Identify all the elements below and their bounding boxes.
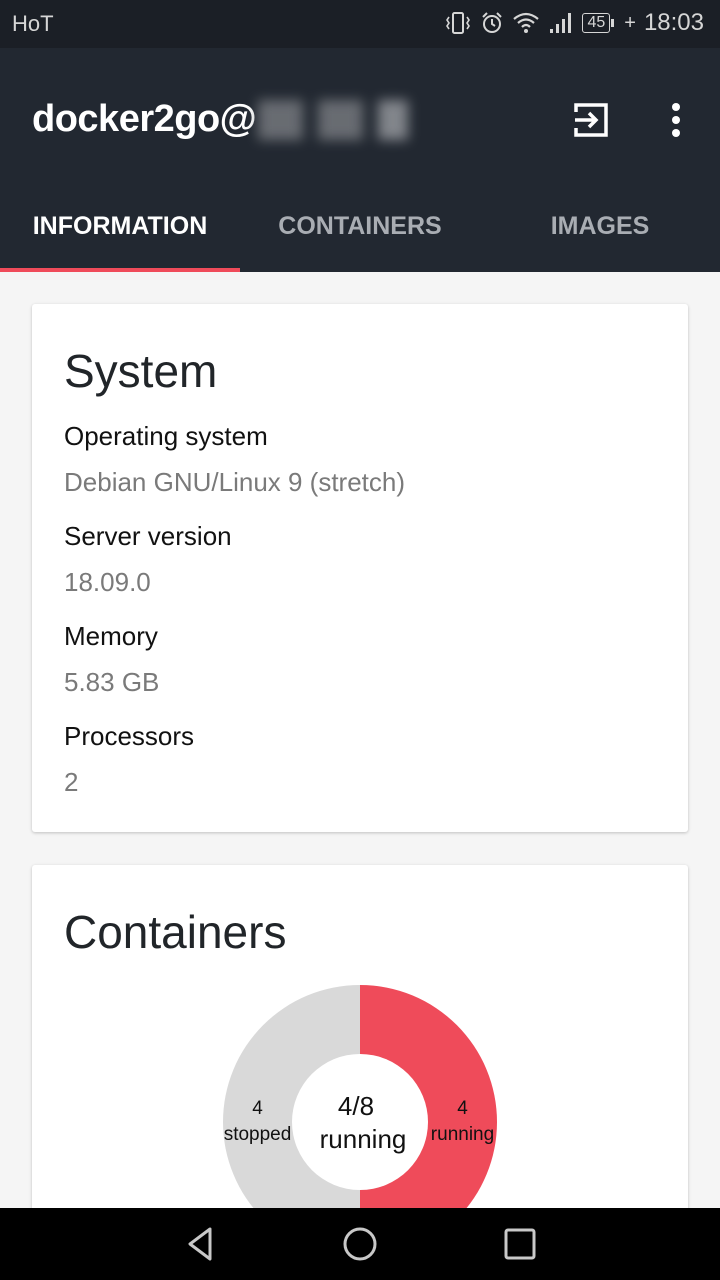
carrier-name: HoT [12,11,54,36]
tab-label: IMAGES [550,211,650,240]
signal-icon [548,11,574,35]
server-version-value: 18.09.0 [64,567,151,597]
memory-label: Memory [64,621,158,651]
wifi-icon [512,11,540,35]
recents-icon [504,1228,536,1260]
containers-donut-chart: 4/8 running 4 running 4 stopped [223,985,497,1259]
system-card: System Operating system Debian GNU/Linux… [32,304,688,832]
alarm-icon [480,11,504,35]
battery-icon: 45 [582,13,615,33]
logout-icon [574,103,608,137]
os-value: Debian GNU/Linux 9 (stretch) [64,467,406,497]
system-title: System [64,345,218,397]
navigation-bar [0,1208,720,1280]
clock: 18:03 [643,9,704,36]
charging-icon: + [624,11,636,34]
os-label: Operating system [64,421,268,451]
redacted-hostname [258,99,414,140]
slice-label-stopped-text: stopped [224,1124,292,1145]
slice-label-running-count: 4 [457,1098,468,1119]
center-count-label: 4/8 [338,1091,374,1121]
center-running-label: running [320,1124,407,1154]
processors-label: Processors [64,721,195,751]
home-icon [343,1227,377,1261]
back-icon [188,1227,212,1261]
recents-button[interactable] [495,1224,545,1264]
page-title: docker2go@ [32,98,414,141]
more-options-icon [672,103,680,137]
tab-label: INFORMATION [32,211,208,240]
server-version-label: Server version [64,521,232,551]
more-options-button[interactable] [656,100,696,140]
slice-label-running-text: running [431,1124,494,1145]
donut-hole [292,1054,428,1190]
tab-label: CONTAINERS [278,211,442,240]
tab-containers[interactable]: CONTAINERS [240,180,480,272]
vibrate-icon [444,11,472,35]
status-icons: 45 + 18:03 [444,9,704,37]
slice-label-stopped-count: 4 [252,1098,263,1119]
processors-value: 2 [64,767,79,797]
home-button[interactable] [335,1224,385,1264]
title-prefix: docker2go@ [32,98,257,140]
status-bar: HoT 45 + 18:03 [0,0,720,48]
tab-images[interactable]: IMAGES [480,180,720,272]
back-button[interactable] [175,1224,225,1264]
memory-value: 5.83 GB [64,667,160,697]
tab-bar: INFORMATION CONTAINERS IMAGES [0,180,720,272]
containers-card: Containers 4/8 running 4 running 4 stopped [32,865,688,1265]
tab-information[interactable]: INFORMATION [0,180,240,272]
logout-button[interactable] [572,100,612,140]
